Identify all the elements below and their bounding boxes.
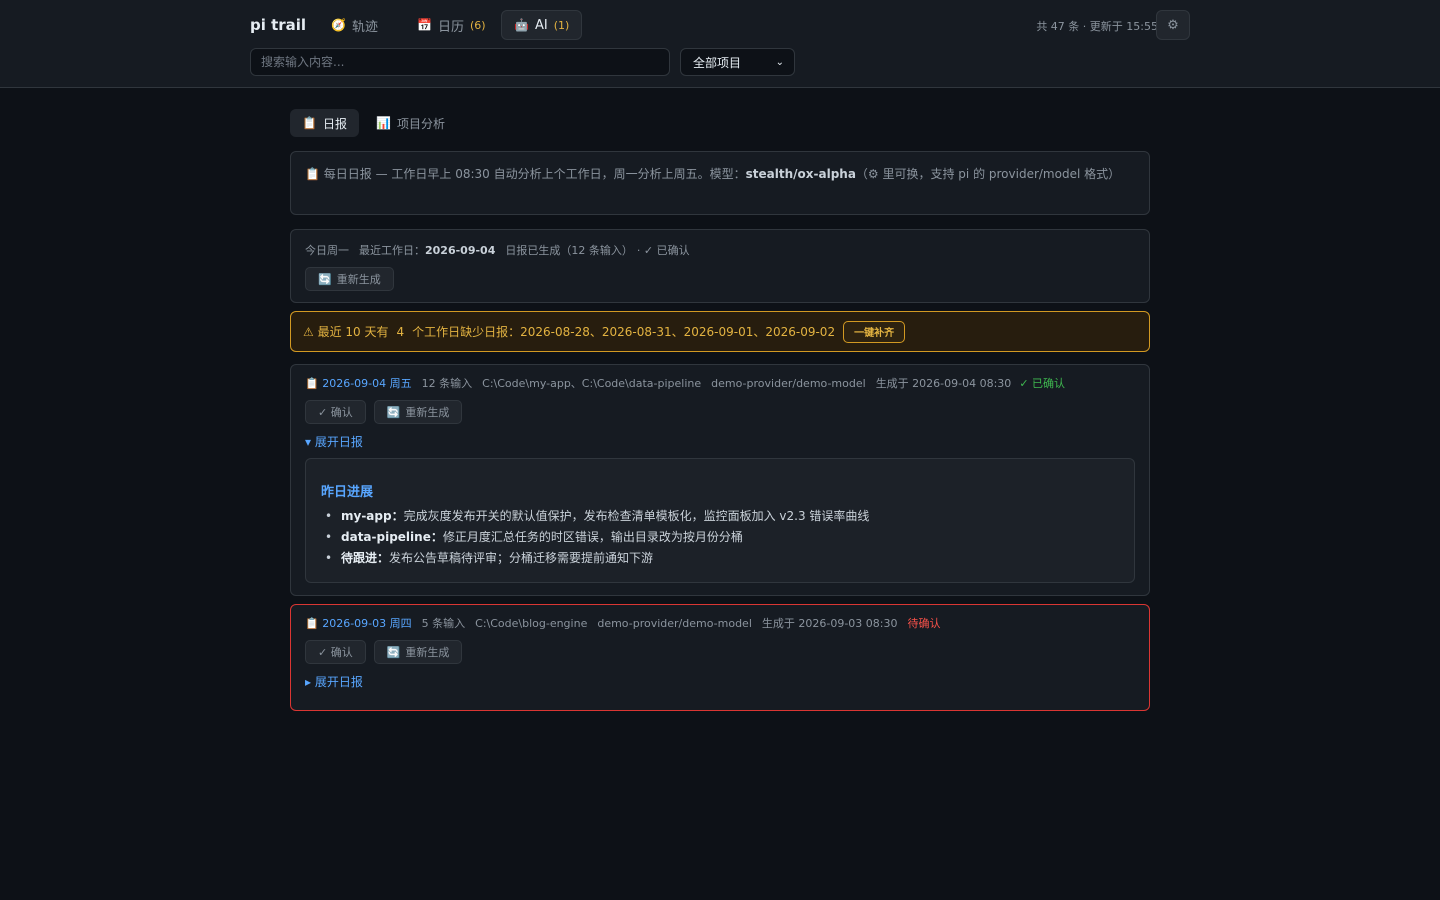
info-suffix: （⚙ 里可换，支持 pi 的 provider/model 格式） bbox=[855, 167, 1121, 181]
report-inputs: 12 条输入 bbox=[421, 377, 473, 390]
report-icon: 📋 bbox=[302, 116, 317, 130]
subtab-project-analysis[interactable]: 📊 项目分析 bbox=[364, 109, 457, 137]
tab-ai[interactable]: 🤖 AI (1) bbox=[501, 10, 583, 40]
confirm-button[interactable]: ✓ 确认 bbox=[305, 640, 366, 664]
calendar-icon: 📅 bbox=[417, 18, 432, 32]
info-text: 每日日报 — 工作日早上 08:30 自动分析上个工作日，周一分析上周五。模型： bbox=[323, 167, 746, 181]
settings-button[interactable]: ⚙ bbox=[1156, 10, 1190, 40]
report-generated: 生成于 2026-09-04 08:30 bbox=[875, 377, 1012, 390]
missing-reports-warning: ⚠ 最近 10 天有 4 个工作日缺少日报：2026-08-28、2026-08… bbox=[290, 311, 1150, 352]
regenerate-button[interactable]: 🔄 重新生成 bbox=[305, 267, 394, 291]
list-item: data-pipeline：修正月度汇总任务的时区错误，输出目录改为按月份分桶 bbox=[321, 527, 1119, 548]
tab-trail[interactable]: 🧭 轨迹 bbox=[318, 10, 391, 40]
status-badge: ✓ 已确认 bbox=[1019, 377, 1066, 390]
warning-text-a: ⚠ 最近 10 天有 bbox=[303, 325, 389, 339]
report-card: 📋 2026-09-04 周五 12 条输入 C:\Code\my-app、C:… bbox=[290, 364, 1150, 596]
project-filter-select[interactable]: 全部项目 ⌄ bbox=[680, 48, 795, 76]
confirm-button[interactable]: ✓ 确认 bbox=[305, 400, 366, 424]
compass-icon: 🧭 bbox=[331, 18, 346, 32]
list-item: 待跟进：发布公告草稿待评审；分桶迁移需要提前通知下游 bbox=[321, 548, 1119, 569]
latest-workday: 最近工作日：2026-09-04 bbox=[359, 244, 496, 257]
report-paths: C:\Code\blog-engine bbox=[475, 616, 588, 630]
report-model: demo-provider/demo-model bbox=[711, 376, 866, 390]
tab-label: 日历 bbox=[437, 19, 464, 35]
generated-status: 日报已生成（12 条输入） bbox=[505, 244, 633, 257]
tab-count: (1) bbox=[553, 18, 570, 32]
select-value: 全部项目 bbox=[693, 55, 742, 70]
report-inputs: 5 条输入 bbox=[421, 617, 466, 630]
regenerate-button[interactable]: 🔄 重新生成 bbox=[373, 400, 463, 424]
report-meta: 📋 2026-09-04 周五 12 条输入 C:\Code\my-app、C:… bbox=[305, 375, 1135, 391]
tab-calendar[interactable]: 📅 日历 (6) bbox=[404, 10, 499, 40]
fill-missing-button[interactable]: 一键补齐 bbox=[843, 320, 906, 343]
report-icon: 📋 bbox=[305, 617, 319, 630]
refresh-icon: 🔄 bbox=[318, 272, 332, 286]
app-title: pi trail bbox=[250, 16, 307, 34]
report-list: my-app：完成灰度发布开关的默认值保护，发布检查清单模板化，监控面板加入 v… bbox=[321, 506, 1119, 569]
expand-report-toggle[interactable]: ▸ 展开日报 bbox=[305, 673, 1135, 690]
info-card: 📋 每日日报 — 工作日早上 08:30 自动分析上个工作日，周一分析上周五。模… bbox=[290, 151, 1150, 215]
regenerate-button[interactable]: 🔄 重新生成 bbox=[373, 640, 463, 664]
tab-label: AI bbox=[534, 17, 548, 33]
report-generated: 生成于 2026-09-03 08:30 bbox=[761, 617, 898, 630]
subtab-daily-report[interactable]: 📋 日报 bbox=[290, 109, 359, 137]
tab-count: (6) bbox=[469, 18, 486, 32]
model-name: stealth/ox-alpha bbox=[745, 167, 856, 181]
list-item: my-app：完成灰度发布开关的默认值保护，发布检查清单模板化，监控面板加入 v… bbox=[321, 506, 1119, 527]
refresh-icon: 🔄 bbox=[386, 645, 401, 659]
missing-count: 4 bbox=[396, 324, 405, 339]
tab-label: 轨迹 bbox=[351, 19, 378, 35]
robot-icon: 🤖 bbox=[514, 18, 529, 32]
today-status-card: 今日周一 最近工作日：2026-09-04 日报已生成（12 条输入） · ✓ … bbox=[290, 229, 1150, 303]
expand-report-toggle[interactable]: ▾ 展开日报 bbox=[305, 433, 1135, 450]
report-content: 昨日进展 my-app：完成灰度发布开关的默认值保护，发布检查清单模板化，监控面… bbox=[305, 458, 1135, 583]
top-bar: pi trail 🧭 轨迹 📅 日历 (6) 🤖 AI (1) 共 47 条 ·… bbox=[0, 0, 1440, 88]
bar-chart-icon: 📊 bbox=[376, 116, 391, 130]
chevron-down-icon: ⌄ bbox=[775, 56, 784, 68]
confirmed-status: · ✓ 已确认 bbox=[636, 244, 690, 257]
report-model: demo-provider/demo-model bbox=[597, 616, 752, 630]
today-day: 今日周一 bbox=[305, 244, 349, 257]
refresh-icon: 🔄 bbox=[386, 405, 401, 419]
report-date[interactable]: 📋 2026-09-04 周五 bbox=[305, 375, 412, 391]
update-status: 共 47 条 · 更新于 15:55 bbox=[1036, 20, 1158, 33]
subtab-label: 日报 bbox=[322, 116, 347, 131]
report-paths: C:\Code\my-app、C:\Code\data-pipeline bbox=[482, 377, 702, 390]
report-date[interactable]: 📋 2026-09-03 周四 bbox=[305, 615, 412, 631]
today-meta: 今日周一 最近工作日：2026-09-04 日报已生成（12 条输入） · ✓ … bbox=[305, 242, 1135, 258]
subtab-label: 项目分析 bbox=[396, 116, 445, 131]
report-icon: 📋 bbox=[305, 167, 320, 181]
status-badge: 待确认 bbox=[907, 617, 941, 630]
report-meta: 📋 2026-09-03 周四 5 条输入 C:\Code\blog-engin… bbox=[305, 615, 1135, 631]
warning-text-b: 个工作日缺少日报：2026-08-28、2026-08-31、2026-09-0… bbox=[412, 325, 836, 339]
search-input[interactable] bbox=[250, 48, 670, 76]
gear-icon: ⚙ bbox=[1167, 17, 1179, 33]
report-card: 📋 2026-09-03 周四 5 条输入 C:\Code\blog-engin… bbox=[290, 604, 1150, 711]
report-icon: 📋 bbox=[305, 377, 319, 390]
report-heading: 昨日进展 bbox=[321, 485, 374, 500]
